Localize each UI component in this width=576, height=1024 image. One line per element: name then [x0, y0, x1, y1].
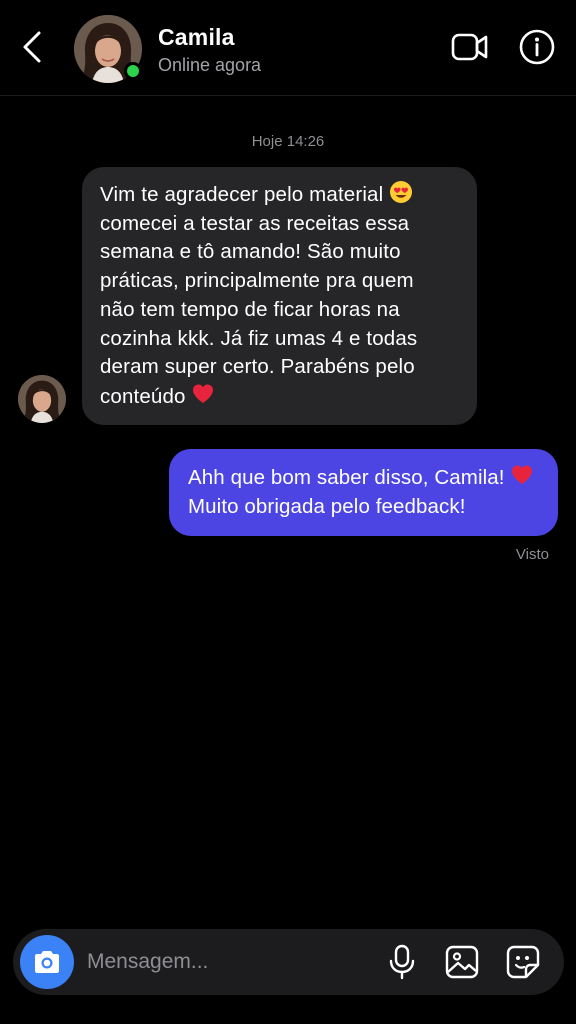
back-button[interactable] — [14, 27, 50, 67]
microphone-button[interactable] — [385, 943, 419, 981]
outgoing-message-bubble[interactable]: Ahh que bom saber disso, Camila! Muito o… — [169, 449, 558, 536]
message-timestamp: Hoje 14:26 — [251, 133, 325, 150]
contact-avatar[interactable] — [74, 15, 142, 83]
message-line: cozinha kkk. Já fiz umas 4 e todas — [100, 326, 418, 350]
message-line: Muito obrigada pelo feedback! — [188, 494, 466, 518]
message-line: Ahh que bom saber disso, Camila! — [188, 463, 548, 493]
camera-icon — [35, 951, 59, 973]
message-line: comecei a testar as receitas essa — [100, 211, 410, 235]
gallery-button[interactable] — [443, 943, 481, 981]
chevron-left-icon — [23, 31, 41, 63]
video-call-button[interactable] — [450, 29, 490, 65]
message-line: práticas, principalmente pra quem — [100, 269, 414, 293]
message-composer — [13, 929, 564, 995]
sticker-icon — [506, 945, 540, 979]
message-line: conteúdo — [100, 382, 463, 412]
online-indicator — [124, 62, 142, 80]
microphone-icon — [389, 944, 415, 980]
online-status: Online agora — [158, 55, 262, 75]
chat-screen: Camila Online agora Hoje 14:26 Vim te ag… — [0, 0, 576, 1024]
sticker-button[interactable] — [504, 943, 542, 981]
contact-name[interactable]: Camila — [158, 24, 235, 51]
message-input[interactable] — [87, 943, 377, 981]
info-button[interactable] — [518, 28, 556, 66]
message-line: Vim te agradecer pelo material — [100, 180, 463, 210]
image-icon — [445, 945, 479, 979]
seen-receipt: Visto — [515, 546, 549, 563]
red-heart-emoji — [512, 465, 533, 484]
message-line: semana e tô amando! São muito — [100, 240, 401, 264]
message-line: não tem tempo de ficar horas na — [100, 297, 400, 321]
video-camera-icon — [451, 33, 488, 61]
red-heart-emoji — [193, 384, 214, 403]
heart-eyes-emoji — [390, 181, 413, 203]
sender-avatar — [18, 375, 66, 423]
chat-header: Camila Online agora — [0, 0, 576, 96]
message-line: deram super certo. Parabéns pelo — [100, 355, 415, 379]
camera-button[interactable] — [20, 935, 74, 989]
incoming-message-bubble[interactable]: Vim te agradecer pelo material comecei a… — [82, 167, 477, 425]
info-icon — [519, 29, 555, 65]
